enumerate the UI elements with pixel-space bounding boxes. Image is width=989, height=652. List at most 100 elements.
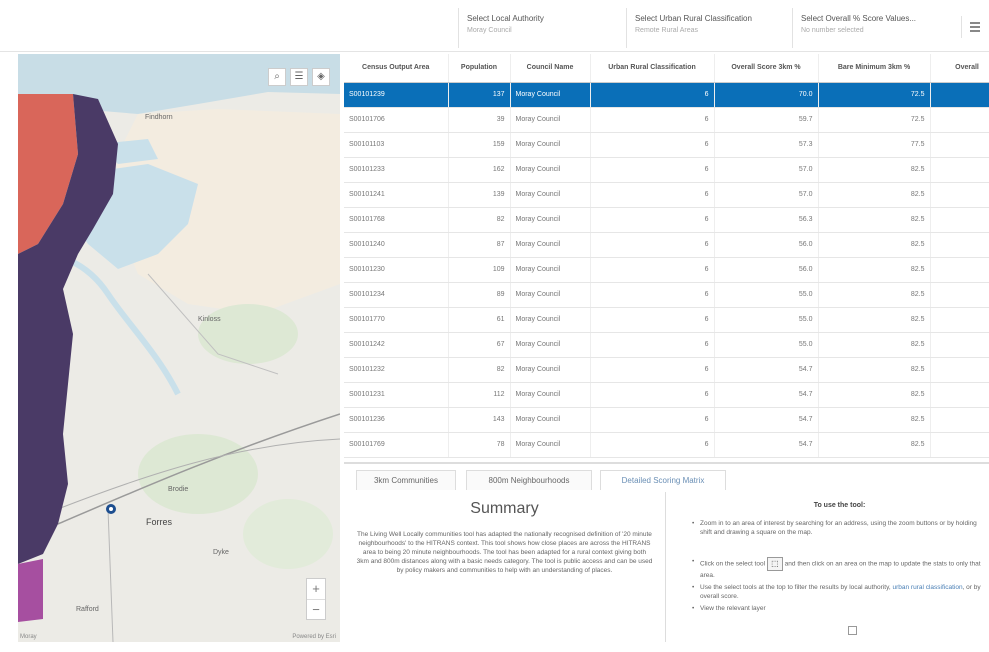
- cell-census-area: S00101231: [344, 382, 449, 408]
- cell-council-name: Moray Council: [510, 407, 591, 433]
- instructions-panel: To use the tool: Zoom in to an area of i…: [690, 498, 989, 646]
- col-header-bare-minimum[interactable]: Bare Minimum 3km %: [818, 54, 931, 83]
- table-row[interactable]: S00101706 39 Moray Council 6 59.7 72.5: [344, 107, 989, 133]
- hamburger-menu-icon[interactable]: [961, 16, 983, 38]
- cell-urban-rural: 6: [590, 182, 715, 208]
- cell-overall: [930, 257, 989, 283]
- col-header-population[interactable]: Population: [448, 54, 511, 83]
- cell-urban-rural: 6: [590, 357, 715, 383]
- cell-urban-rural: 6: [590, 382, 715, 408]
- cell-bare-minimum: 82.5: [818, 282, 931, 308]
- cell-overall-score: 54.7: [714, 407, 819, 433]
- cell-overall-score: 57.0: [714, 182, 819, 208]
- table-row[interactable]: S00101234 89 Moray Council 6 55.0 82.5: [344, 282, 989, 308]
- map-place-label: Forres: [146, 517, 173, 527]
- local-authority-select[interactable]: Select Local Authority Moray Council: [458, 8, 618, 48]
- results-table: Census Output Area Population Council Na…: [344, 54, 989, 459]
- table-row[interactable]: S00101231 112 Moray Council 6 54.7 82.5: [344, 382, 989, 408]
- cell-council-name: Moray Council: [510, 332, 591, 358]
- cell-bare-minimum: 82.5: [818, 382, 931, 408]
- tab-800m-neighbourhoods[interactable]: 800m Neighbourhoods: [466, 470, 592, 490]
- cell-council-name: Moray Council: [510, 282, 591, 308]
- map-place-label: Rafford: [76, 606, 99, 613]
- instruction-item: Click on the select tool ⬚ and then clic…: [692, 557, 987, 580]
- cell-overall: [930, 282, 989, 308]
- table-row[interactable]: S00101241 139 Moray Council 6 57.0 82.5: [344, 182, 989, 208]
- cell-overall-score: 55.0: [714, 307, 819, 333]
- tab-3km-communities[interactable]: 3km Communities: [356, 470, 456, 490]
- cell-census-area: S00101232: [344, 357, 449, 383]
- table-row[interactable]: S00101103 159 Moray Council 6 57.3 77.5: [344, 132, 989, 158]
- table-row[interactable]: S00101240 87 Moray Council 6 56.0 82.5: [344, 232, 989, 258]
- urban-rural-value: Remote Rural Areas: [635, 27, 699, 34]
- cell-population: 89: [448, 282, 511, 308]
- cell-bare-minimum: 72.5: [818, 107, 931, 133]
- cell-overall: [930, 82, 989, 108]
- col-header-urban-rural[interactable]: Urban Rural Classification: [590, 54, 715, 83]
- zoom-in-button[interactable]: +: [307, 579, 325, 599]
- cell-overall-score: 70.0: [714, 82, 819, 108]
- cell-overall-score: 56.3: [714, 207, 819, 233]
- cell-overall-score: 56.0: [714, 257, 819, 283]
- map-attribution: Moray: [20, 634, 37, 640]
- table-row[interactable]: S00101236 143 Moray Council 6 54.7 82.5: [344, 407, 989, 433]
- tab-detailed-scoring-matrix[interactable]: Detailed Scoring Matrix: [600, 470, 726, 491]
- cell-overall: [930, 132, 989, 158]
- table-row[interactable]: S00101769 78 Moray Council 6 54.7 82.5: [344, 432, 989, 458]
- zoom-out-button[interactable]: −: [307, 599, 325, 619]
- select-tool-icon[interactable]: ⬚: [766, 557, 783, 571]
- cell-council-name: Moray Council: [510, 432, 591, 458]
- cell-urban-rural: 6: [590, 107, 715, 133]
- cell-population: 82: [448, 357, 511, 383]
- table-row[interactable]: S00101233 162 Moray Council 6 57.0 82.5: [344, 157, 989, 183]
- urban-rural-select[interactable]: Select Urban Rural Classification Remote…: [626, 8, 786, 48]
- urban-rural-link[interactable]: urban rural classification: [892, 584, 962, 591]
- col-header-council-name[interactable]: Council Name: [510, 54, 591, 83]
- table-row[interactable]: S00101768 82 Moray Council 6 56.3 82.5: [344, 207, 989, 233]
- table-row[interactable]: S00101232 82 Moray Council 6 54.7 82.5: [344, 357, 989, 383]
- col-header-overall-score[interactable]: Overall Score 3km %: [714, 54, 819, 83]
- cell-urban-rural: 6: [590, 157, 715, 183]
- cell-overall: [930, 307, 989, 333]
- table-header-row: Census Output Area Population Council Na…: [344, 54, 989, 83]
- cell-census-area: S00101769: [344, 432, 449, 458]
- cell-bare-minimum: 82.5: [818, 357, 931, 383]
- cell-urban-rural: 6: [590, 332, 715, 358]
- instruction-item: Zoom in to an area of interest by search…: [692, 519, 987, 537]
- overall-score-value: No number selected: [801, 27, 864, 34]
- checkbox-icon[interactable]: [848, 626, 857, 635]
- table-row[interactable]: S00101242 67 Moray Council 6 55.0 82.5: [344, 332, 989, 358]
- cell-bare-minimum: 77.5: [818, 132, 931, 158]
- map-view[interactable]: Findhorn Kinloss Forres Brodie Dyke Raff…: [18, 54, 340, 642]
- table-row[interactable]: S00101239 137 Moray Council 6 70.0 72.5: [344, 82, 989, 108]
- cell-urban-rural: 6: [590, 232, 715, 258]
- table-row[interactable]: S00101230 109 Moray Council 6 56.0 82.5: [344, 257, 989, 283]
- cell-overall: [930, 207, 989, 233]
- cell-overall: [930, 182, 989, 208]
- layers-icon[interactable]: ◈: [312, 68, 330, 86]
- cell-bare-minimum: 82.5: [818, 307, 931, 333]
- cell-overall: [930, 157, 989, 183]
- table-row[interactable]: S00101770 61 Moray Council 6 55.0 82.5: [344, 307, 989, 333]
- instruction-text: Use the select tools at the top to filte…: [700, 584, 891, 591]
- cell-bare-minimum: 72.5: [818, 82, 931, 108]
- cell-council-name: Moray Council: [510, 182, 591, 208]
- cell-council-name: Moray Council: [510, 257, 591, 283]
- list-icon[interactable]: ☰: [290, 68, 308, 86]
- local-authority-value: Moray Council: [467, 27, 512, 34]
- instructions-title: To use the tool:: [813, 502, 866, 509]
- cell-council-name: Moray Council: [510, 232, 591, 258]
- map-place-label: Kinloss: [198, 316, 221, 323]
- cell-bare-minimum: 82.5: [818, 182, 931, 208]
- search-icon[interactable]: ⌕: [268, 68, 286, 86]
- cell-overall: [930, 107, 989, 133]
- cell-overall-score: 55.0: [714, 332, 819, 358]
- col-header-census-area[interactable]: Census Output Area: [344, 54, 449, 83]
- cell-census-area: S00101240: [344, 232, 449, 258]
- col-header-overall[interactable]: Overall: [930, 54, 989, 83]
- cell-population: 87: [448, 232, 511, 258]
- cell-overall-score: 54.7: [714, 357, 819, 383]
- overall-score-label: Select Overall % Score Values...: [801, 14, 917, 23]
- overall-score-select[interactable]: Select Overall % Score Values... No numb…: [792, 8, 952, 48]
- cell-urban-rural: 6: [590, 257, 715, 283]
